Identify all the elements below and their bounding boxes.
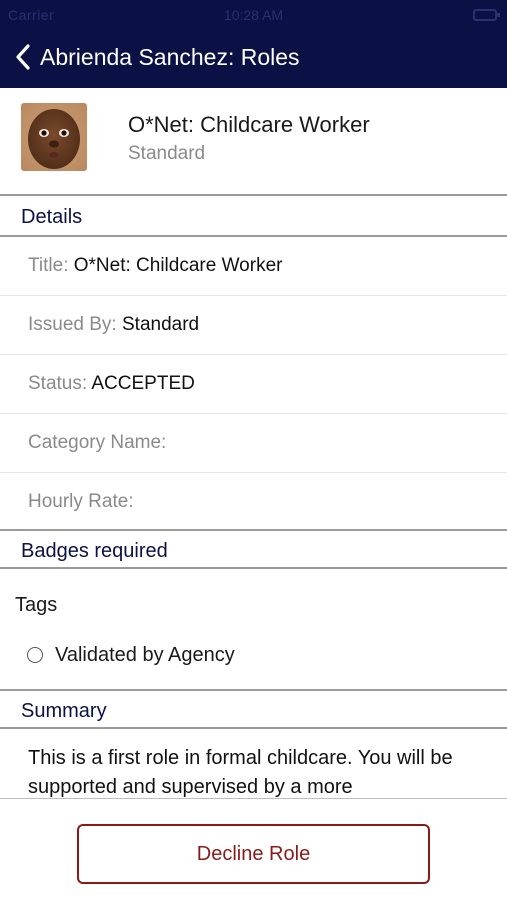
status-time: 10:28 AM (223, 7, 284, 23)
badges-heading: Badges required (21, 540, 168, 562)
field-label: Hourly Rate: (28, 491, 134, 512)
summary-section-header: Summary (0, 689, 507, 729)
avatar (21, 103, 87, 171)
field-label: Category Name: (28, 432, 167, 453)
detail-row-hourly-rate: Hourly Rate: (0, 473, 507, 532)
tag-label: Validated by Agency (55, 643, 235, 666)
tag-option-validated-by-agency[interactable]: Validated by Agency (27, 642, 235, 668)
nav-bar: Carrier 10:28 AM Abrienda Sanchez: Roles (0, 0, 507, 88)
summary-text: This is a first role in formal childcare… (28, 747, 453, 798)
decline-role-button[interactable]: Decline Role (77, 824, 430, 884)
field-value: Standard (122, 314, 200, 335)
detail-row-status: Status: ACCEPTED (0, 355, 507, 414)
detail-row-issued-by: Issued By: Standard (0, 296, 507, 355)
back-button[interactable] (8, 40, 38, 74)
field-label: Status: (28, 373, 92, 394)
field-value: ACCEPTED (91, 373, 195, 394)
role-title: O*Net: Childcare Worker (128, 112, 370, 137)
field-label: Title: (28, 255, 74, 276)
detail-row-title: Title: O*Net: Childcare Worker (0, 237, 507, 296)
radio-icon[interactable] (27, 647, 43, 663)
chevron-left-icon (16, 44, 30, 70)
role-subtitle: Standard (128, 143, 206, 164)
field-value: O*Net: Childcare Worker (73, 255, 283, 276)
badges-section-header: Badges required (0, 529, 507, 569)
status-bar: Carrier 10:28 AM (0, 0, 507, 30)
decline-role-label: Decline Role (196, 842, 311, 865)
role-card: O*Net: Childcare Worker Standard (0, 88, 507, 196)
battery-icon (473, 9, 500, 21)
tags-label: Tags (15, 594, 58, 616)
details-heading: Details (21, 206, 83, 228)
divider (0, 798, 507, 799)
details-section-header: Details (0, 197, 507, 237)
field-label: Issued By: (28, 314, 122, 335)
detail-row-category-name: Category Name: (0, 414, 507, 473)
page-title: Abrienda Sanchez: Roles (40, 44, 300, 70)
summary-heading: Summary (21, 700, 107, 722)
